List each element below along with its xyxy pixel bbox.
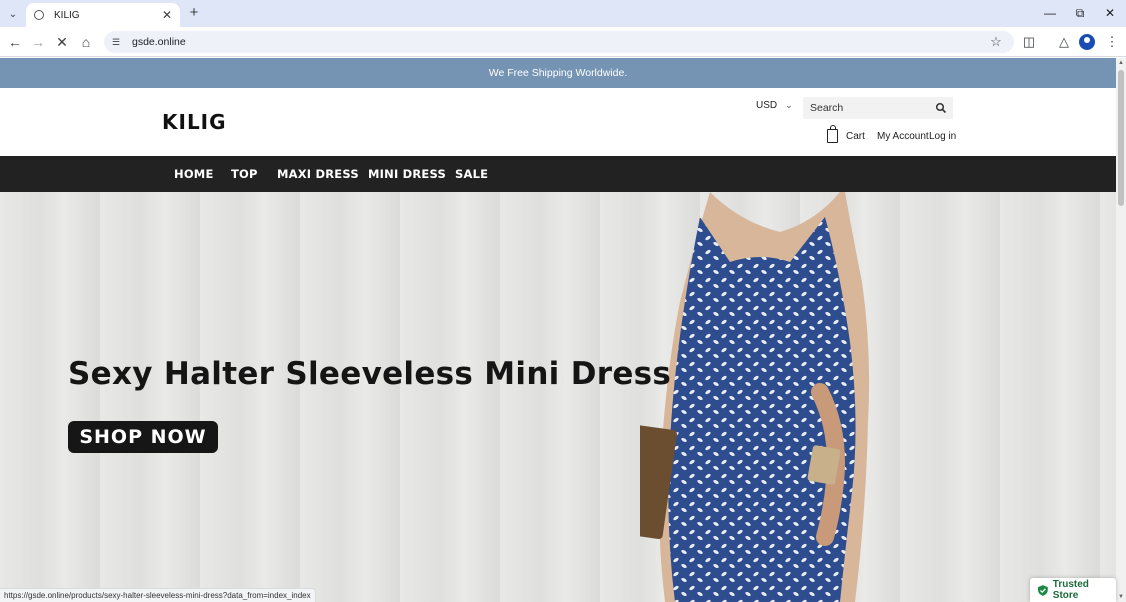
minimize-icon[interactable]: —	[1041, 5, 1059, 21]
announcement-bar: We Free Shipping Worldwide.	[0, 58, 1116, 88]
close-tab-icon[interactable]: ✕	[160, 8, 174, 22]
nav-item-home[interactable]: HOME	[174, 167, 214, 181]
hero-background	[0, 192, 1116, 602]
back-arrow-icon[interactable]: ←	[6, 33, 24, 51]
scrollbar-thumb[interactable]	[1118, 70, 1124, 206]
search-input[interactable]	[803, 97, 931, 119]
tab-title: KILIG	[54, 9, 80, 21]
main-nav: HOME TOP MAXI DRESS MINI DRESS SALE	[0, 156, 1116, 192]
currency-selector[interactable]: USD ⌄	[756, 100, 793, 111]
trusted-store-badge[interactable]: Trusted Store	[1030, 578, 1116, 602]
shop-now-button[interactable]: SHOP NOW	[68, 421, 218, 453]
nav-item-mini-dress[interactable]: MINI DRESS	[368, 167, 446, 181]
browser-tab-strip: ⌄ KILIG ✕ + — ⧉ ✕	[0, 0, 1126, 27]
trusted-store-label: Trusted Store	[1052, 579, 1089, 601]
restore-icon[interactable]: ⧉	[1071, 5, 1089, 21]
address-bar[interactable]: ☰ gsde.online ☆	[104, 31, 1014, 53]
page-viewport: We Free Shipping Worldwide. KILIG USD ⌄ C…	[0, 58, 1116, 602]
nav-item-top[interactable]: TOP	[231, 167, 258, 181]
shopping-bag-icon	[827, 125, 838, 143]
browser-tab[interactable]: KILIG ✕	[26, 3, 180, 27]
scroll-down-arrow-icon[interactable]: ▼	[1118, 594, 1124, 600]
nav-item-sale[interactable]: SALE	[455, 167, 488, 181]
forward-arrow-icon[interactable]: →	[29, 33, 47, 51]
menu-kebab-icon[interactable]: ⋮	[1103, 33, 1121, 51]
hero-dress-image	[640, 192, 870, 602]
loading-favicon-icon	[34, 10, 44, 20]
site-logo[interactable]: KILIG	[162, 110, 227, 134]
scroll-up-arrow-icon[interactable]: ▲	[1118, 60, 1124, 66]
page-scrollbar[interactable]: ▲ ▼	[1116, 58, 1126, 602]
stop-loading-icon[interactable]: ✕	[53, 33, 71, 51]
new-tab-plus-icon[interactable]: +	[186, 5, 202, 21]
home-icon[interactable]: ⌂	[77, 33, 95, 51]
currency-label: USD	[756, 100, 778, 111]
my-account-link[interactable]: My Account	[877, 131, 929, 142]
bookmark-star-icon[interactable]: ☆	[988, 34, 1004, 50]
search-box	[803, 97, 953, 119]
login-link[interactable]: Log in	[929, 131, 956, 142]
cart-label: Cart	[846, 130, 865, 142]
site-header: KILIG USD ⌄ Cart My Account Log in	[0, 88, 1116, 156]
shield-check-icon	[1038, 584, 1048, 596]
extensions-puzzle-icon[interactable]: ◫	[1020, 33, 1038, 51]
address-url[interactable]: gsde.online	[132, 36, 988, 48]
tab-list-chevron-icon[interactable]: ⌄	[4, 5, 22, 23]
hero-title: Sexy Halter Sleeveless Mini Dress	[68, 356, 672, 392]
hero-banner[interactable]: Sexy Halter Sleeveless Mini Dress SHOP N…	[0, 192, 1116, 602]
profile-avatar-icon[interactable]	[1079, 34, 1095, 50]
cart-link[interactable]: Cart	[827, 125, 865, 143]
search-icon[interactable]	[935, 102, 947, 114]
labs-flask-icon[interactable]: △	[1055, 33, 1073, 51]
status-url-bar: https://gsde.online/products/sexy-halter…	[0, 588, 316, 602]
chevron-down-icon: ⌄	[785, 100, 793, 110]
nav-item-maxi-dress[interactable]: MAXI DRESS	[277, 167, 359, 181]
close-window-icon[interactable]: ✕	[1101, 5, 1119, 21]
browser-toolbar: ← → ✕ ⌂ ☰ gsde.online ☆ ◫ △ ⋮	[0, 27, 1126, 57]
site-settings-icon[interactable]: ☰	[112, 37, 124, 47]
